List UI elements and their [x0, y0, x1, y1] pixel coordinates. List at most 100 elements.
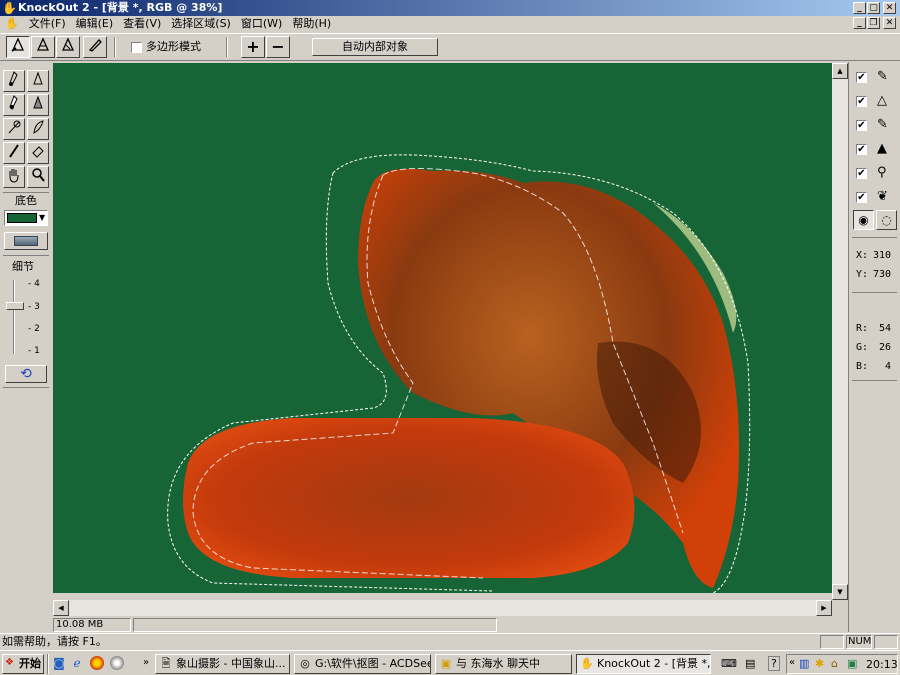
detail-tick-2: - 2	[28, 324, 40, 334]
pencil-tool[interactable]	[3, 142, 25, 164]
detail-slider-track[interactable]	[13, 280, 15, 354]
paint-icon	[9, 95, 18, 110]
zoom-tool[interactable]	[27, 166, 49, 188]
doc-minimize-button[interactable]: _	[853, 17, 866, 29]
layer-visible-checkbox[interactable]: ✔	[856, 120, 867, 131]
help-icon[interactable]: ?	[768, 656, 780, 671]
background-color-swatch	[7, 213, 37, 223]
layer-visible-checkbox[interactable]: ✔	[856, 144, 867, 155]
eraser-tool[interactable]	[27, 142, 49, 164]
doc-restore-button[interactable]: ❐	[867, 17, 880, 29]
clock[interactable]: 20:13	[866, 658, 898, 672]
scroll-down-button[interactable]: ▼	[832, 584, 848, 600]
pen-tool-button[interactable]	[83, 36, 107, 58]
detail-slider-thumb[interactable]	[6, 302, 24, 310]
lasso-toggle-button[interactable]: ◌	[876, 210, 897, 230]
maximize-button[interactable]: ▢	[867, 2, 880, 14]
refresh-button[interactable]: ⟲	[5, 365, 47, 383]
detail-tick-4: - 4	[28, 279, 40, 289]
polygon-mode-label: 多边形模式	[146, 40, 201, 53]
plus-button[interactable]: +	[241, 36, 265, 58]
layer-visible-checkbox[interactable]: ✔	[856, 72, 867, 83]
pen-icon	[88, 39, 102, 52]
green-value: 26	[879, 342, 892, 353]
inside-object-icon	[11, 37, 25, 52]
outside-object-tool-button[interactable]	[31, 36, 55, 58]
show-desktop-icon[interactable]: ◙	[52, 656, 66, 670]
task-acdsee[interactable]: ◎ G:\软件\抠图 - ACDSee...	[294, 654, 431, 674]
preview-image-button[interactable]	[4, 232, 48, 250]
network-icon[interactable]: ▥	[799, 657, 809, 670]
menu-window[interactable]: 窗口(W)	[236, 16, 287, 32]
feather-layer-icon: ❦	[877, 189, 888, 204]
image-canvas[interactable]	[53, 63, 832, 593]
image-preview-icon	[14, 236, 38, 246]
status-cell	[874, 635, 898, 649]
background-color-label: 底色	[15, 194, 37, 207]
doc-icon[interactable]: ✋	[0, 16, 24, 32]
internet-explorer-icon[interactable]: ℯ	[70, 656, 84, 670]
browser-icon[interactable]	[90, 656, 104, 670]
lasso-icon: ◌	[881, 213, 892, 227]
memory-indicator: 10.08 MB	[53, 618, 131, 632]
edge-tool-icon	[61, 37, 75, 51]
scroll-up-button[interactable]: ▲	[832, 63, 848, 79]
security-icon[interactable]: ⌂	[831, 657, 838, 670]
doc-close-button[interactable]: ✕	[883, 17, 896, 29]
feather-icon	[33, 120, 44, 134]
outside-brush-tool[interactable]	[27, 70, 49, 92]
input-method-icon[interactable]: ▤	[745, 657, 755, 670]
inside-paint-tool[interactable]	[3, 94, 25, 116]
task-label: KnockOut 2 - [背景 *, R...	[597, 657, 711, 670]
chevron-right-icon[interactable]: »	[143, 656, 149, 670]
start-button[interactable]: ❖ 开始	[2, 654, 44, 674]
task-knockout[interactable]: ✋KnockOut 2 - [背景 *, R...	[576, 654, 711, 674]
menu-edit[interactable]: 编辑(E)	[71, 16, 119, 32]
layer-visible-checkbox[interactable]: ✔	[856, 96, 867, 107]
feather-tool[interactable]	[27, 118, 49, 140]
antivirus-icon[interactable]: ▣	[847, 657, 857, 670]
auto-inner-object-button[interactable]: 自动内部对象	[312, 38, 438, 56]
menu-file[interactable]: 文件(F)	[24, 16, 71, 32]
qq-icon[interactable]: ✱	[815, 657, 824, 670]
magnifier-icon	[32, 168, 45, 182]
tray-expand-icon[interactable]: «	[789, 657, 795, 668]
scroll-left-button[interactable]: ◀	[53, 600, 69, 616]
layer-visible-checkbox[interactable]: ✔	[856, 192, 867, 203]
task-chat[interactable]: ▣ 与 东海水 聊天中	[435, 654, 572, 674]
system-tray: « ▥ ✱ ⌂ ▣ 20:13	[786, 654, 898, 674]
window-title: KnockOut 2 - [背景 *, RGB @ 38%]	[18, 1, 223, 14]
close-button[interactable]: ✕	[883, 2, 896, 14]
knockout-app-icon[interactable]: ✋	[2, 1, 17, 15]
menu-view[interactable]: 查看(V)	[118, 16, 166, 32]
detail-label: 细节	[12, 260, 34, 273]
task-xiangshan-photo[interactable]: 🗎 象山摄影 - 中国象山...	[155, 654, 290, 674]
edge-tool-button[interactable]	[56, 36, 80, 58]
layer-visible-checkbox[interactable]: ✔	[856, 168, 867, 179]
hand-tool[interactable]	[3, 166, 25, 188]
polygon-mode-checkbox[interactable]	[131, 42, 142, 53]
panel-divider	[852, 292, 897, 293]
background-color-picker[interactable]: ▼	[4, 210, 48, 226]
horizontal-scrollbar[interactable]: ◀ ▶	[53, 600, 832, 616]
eye-toggle-button[interactable]: ◉	[853, 210, 874, 230]
outside-paint-tool[interactable]	[27, 94, 49, 116]
task-label: 与 东海水 聊天中	[456, 657, 540, 670]
minus-button[interactable]: −	[266, 36, 290, 58]
minimize-button[interactable]: _	[853, 2, 866, 14]
vertical-scrollbar[interactable]: ▲ ▼	[832, 63, 848, 600]
shadow-tool[interactable]	[3, 118, 25, 140]
task-label: 象山摄影 - 中国象山...	[176, 657, 286, 670]
inside-object-tool-button[interactable]	[6, 36, 30, 58]
menu-select[interactable]: 选择区域(S)	[166, 16, 236, 32]
inside-brush-tool[interactable]	[3, 70, 25, 92]
menu-help[interactable]: 帮助(H)	[287, 16, 336, 32]
keyboard-icon[interactable]: ⌨	[721, 657, 737, 670]
inside-brush-layer-icon: ✎	[877, 69, 888, 84]
pencil-icon	[9, 144, 19, 158]
inside-paint-layer-icon: ✎	[877, 117, 888, 132]
blue-value: 4	[885, 361, 892, 372]
media-icon[interactable]	[110, 656, 124, 670]
panel-divider	[852, 237, 897, 238]
scroll-right-button[interactable]: ▶	[816, 600, 832, 616]
